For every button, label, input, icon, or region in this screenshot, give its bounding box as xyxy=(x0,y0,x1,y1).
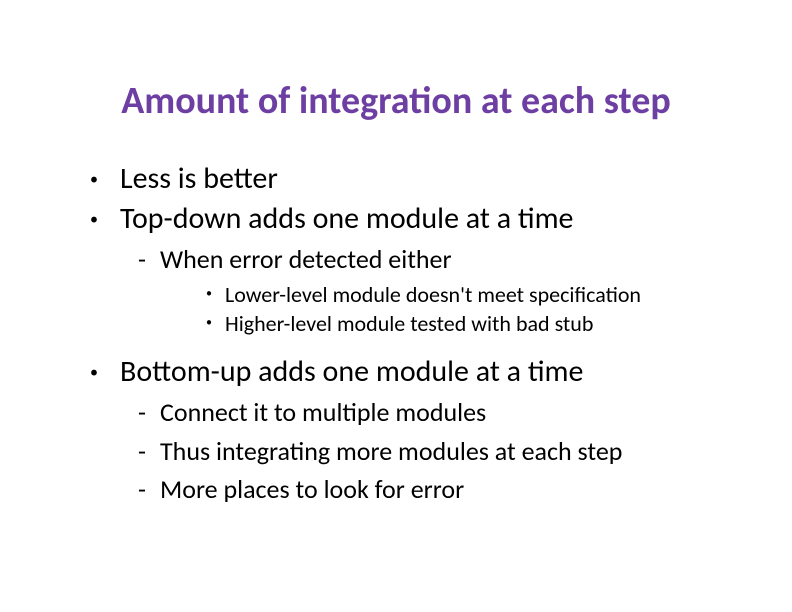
slide-title: Amount of integration at each step xyxy=(0,78,792,124)
bullet-level1: Bottom-up adds one module at a time xyxy=(90,353,732,391)
bullet-level3: Lower-level module doesn't meet specific… xyxy=(90,280,732,310)
bullet-level2: When error detected either xyxy=(90,243,732,276)
bullet-level2: Connect it to multiple modules xyxy=(90,396,732,429)
bullet-level3: Higher-level module tested with bad stub xyxy=(90,309,732,339)
bullet-level2: Thus integrating more modules at each st… xyxy=(90,435,732,468)
bullet-level1: Less is better xyxy=(90,160,732,198)
slide: Amount of integration at each step Less … xyxy=(0,0,792,612)
bullet-level2: More places to look for error xyxy=(90,473,732,506)
bullet-level1: Top-down adds one module at a time xyxy=(90,200,732,238)
slide-body: Less is better Top-down adds one module … xyxy=(90,160,732,510)
